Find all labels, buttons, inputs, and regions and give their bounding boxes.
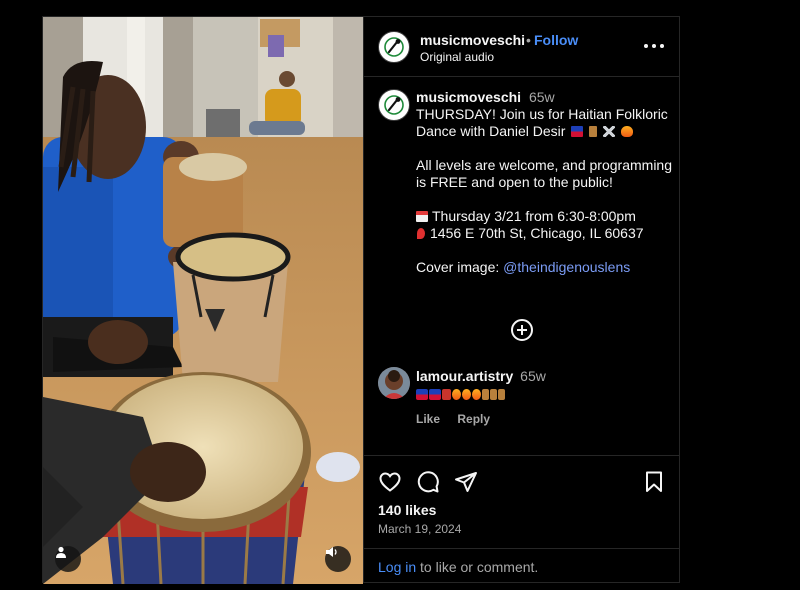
fire-icon [462,389,471,400]
caption-author-avatar[interactable] [378,89,410,121]
mute-toggle-button[interactable] [325,546,351,572]
calendar-icon [416,211,428,222]
likes-count[interactable]: 140 likes [378,502,436,518]
speaker-icon [326,547,337,557]
haiti-flag-icon [416,389,428,400]
video-frame-illustration [43,17,363,584]
caption-line-3: Thursday 3/21 from 6:30-8:00pm [432,208,636,224]
heart-icon[interactable] [378,470,402,494]
commenter-photo [378,367,410,399]
bookmark-icon[interactable] [642,470,666,494]
mention-link[interactable]: @theindigenouslens [503,259,630,275]
post-details-panel: musicmoveschi • Follow Original audio mu… [363,17,680,582]
commenter-username[interactable]: lamour.artistry [416,368,513,384]
caption-line-2: All levels are welcome, and programming … [416,157,672,190]
more-options-icon[interactable] [644,39,664,53]
post-header: musicmoveschi • Follow Original audio [364,17,680,77]
like-comment-button[interactable]: Like [416,412,440,426]
musicmoveschi-logo-icon [384,37,404,57]
comment-timestamp[interactable]: 65w [520,368,546,384]
comment-text [416,387,666,400]
post-modal: musicmoveschi • Follow Original audio mu… [42,16,680,584]
post-author-username[interactable]: musicmoveschi [420,32,525,48]
load-more-comments-icon[interactable] [511,319,533,341]
reply-button[interactable]: Reply [457,412,490,426]
follow-button[interactable]: Follow [534,32,578,48]
pin-icon [417,228,425,239]
drum-icon [589,126,598,137]
drum-icon [482,389,489,400]
crossed-swords-icon [603,126,616,137]
post-date[interactable]: March 19, 2024 [378,522,461,536]
comment-icon[interactable] [416,470,440,494]
cover-image-label: Cover image: [416,259,500,275]
haiti-flag-icon [429,389,441,400]
haiti-flag-icon [571,126,584,137]
post-footer: 140 likes March 19, 2024 Log in to like … [364,455,680,582]
tagged-users-button[interactable] [55,546,81,572]
person-icon [56,546,66,558]
musicmoveschi-logo-icon [384,95,404,115]
drum-icon [498,389,505,400]
caption-author-username[interactable]: musicmoveschi [416,89,521,105]
login-prompt: Log in to like or comment. [364,548,680,583]
share-icon[interactable] [454,470,478,494]
post-caption: musicmoveschi 65w THURSDAY! Join us for … [416,89,672,276]
separator-dot: • [526,32,531,48]
profile-avatar[interactable] [378,31,410,63]
audio-link[interactable]: Original audio [420,50,494,64]
post-video[interactable] [43,17,363,584]
drum-icon [490,389,497,400]
commenter-avatar[interactable] [378,367,410,399]
caption-line-4: 1456 E 70th St, Chicago, IL 60637 [430,225,644,241]
fire-icon [452,389,461,400]
login-prompt-text: to like or comment. [420,559,539,575]
fire-icon [472,389,481,400]
comment-item: lamour.artistry 65w Like Reply [416,368,666,426]
caption-timestamp[interactable]: 65w [529,89,555,105]
dancer-icon [442,389,451,400]
login-link[interactable]: Log in [378,559,416,575]
fire-icon [620,126,633,137]
